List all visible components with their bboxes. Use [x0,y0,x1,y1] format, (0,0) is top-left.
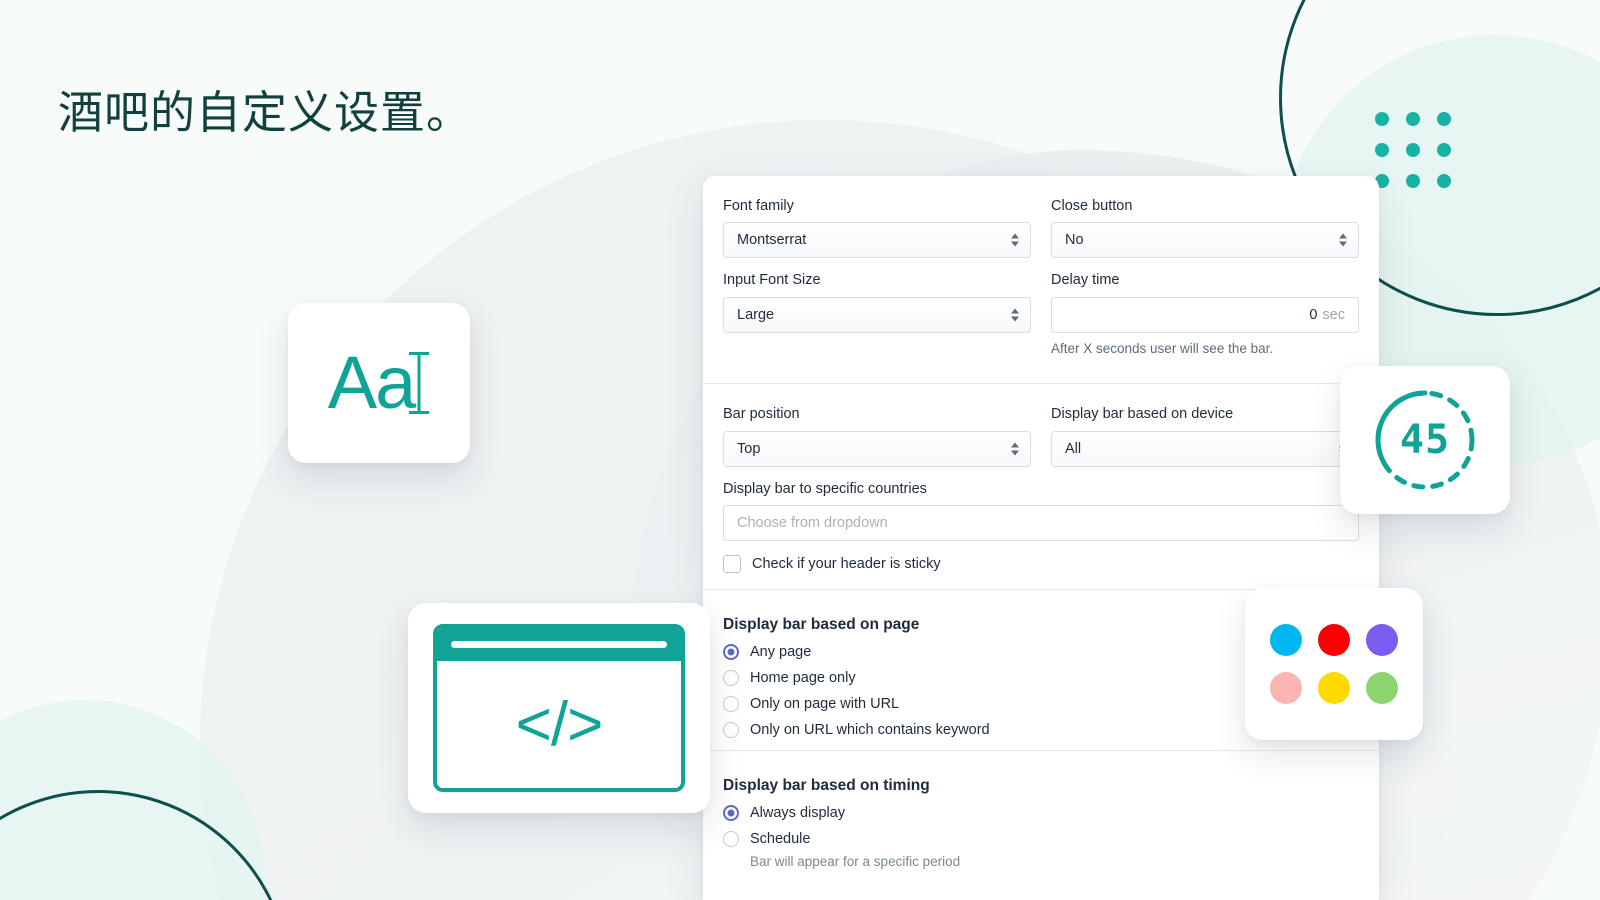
colors-card [1245,588,1423,740]
font-family-value: Montserrat [737,232,807,249]
display-device-label: Display bar based on device [1051,406,1234,423]
timing-rules-helper: Bar will appear for a specific period [750,854,961,870]
code-glyph-icon: </> [515,689,604,759]
radio-page-with-url[interactable] [723,696,739,713]
dot-grid-icon [1375,112,1451,188]
sticky-header-label: Check if your header is sticky [752,556,941,573]
color-swatch-red[interactable] [1318,624,1350,656]
browser-content: </> [437,661,681,788]
countries-placeholder: Choose from dropdown [737,515,888,532]
chevron-updown-icon [1011,308,1019,322]
color-palette-icon [1270,624,1398,704]
timer-value: 45 [1400,417,1450,463]
field-close-button: Close button No [1051,198,1359,259]
radio-schedule-label: Schedule [750,831,811,848]
bar-position-label: Bar position [723,406,800,423]
radio-always-display[interactable] [723,805,739,822]
font-size-icon-text: Aa [327,341,417,424]
countries-label: Display bar to specific countries [723,480,927,497]
color-swatch-cyan[interactable] [1270,624,1302,656]
color-swatch-green[interactable] [1366,672,1398,704]
radio-any-page-label: Any page [750,644,812,661]
radio-always-display-label: Always display [750,805,846,822]
color-swatch-pink[interactable] [1270,672,1302,704]
font-size-icon: Aa [328,346,431,420]
font-size-card: Aa [288,303,470,463]
radio-url-contains-keyword[interactable] [723,722,739,739]
section-targeting: Bar position Top Display bar based on de… [703,384,1379,577]
color-swatch-yellow[interactable] [1318,672,1350,704]
radio-url-contains-keyword-label: Only on URL which contains keyword [750,722,990,739]
delay-time-value: 0 [1309,306,1318,323]
settings-panel: Font family Montserrat Input Font Size L… [703,176,1379,900]
sticky-header-checkbox[interactable] [723,555,741,574]
radio-schedule[interactable] [723,831,739,848]
close-button-select[interactable]: No [1051,222,1359,259]
field-delay-time: Delay time 0 sec After X seconds user wi… [1051,272,1359,357]
field-bar-position: Bar position Top [723,406,1031,467]
delay-time-label: Delay time [1051,272,1120,289]
section-appearance: Font family Montserrat Input Font Size L… [703,176,1379,371]
delay-time-unit: sec [1322,306,1345,323]
bar-position-select[interactable]: Top [723,430,1031,467]
browser-titlebar [437,628,681,661]
font-family-select[interactable]: Montserrat [723,222,1031,259]
countries-input[interactable]: Choose from dropdown [723,505,1359,542]
display-device-value: All [1065,440,1082,457]
text-cursor-icon [408,346,430,420]
input-font-size-select[interactable]: Large [723,296,1031,333]
page-title: 酒吧的自定义设置。 [58,87,473,139]
sticky-header-checkbox-row[interactable]: Check if your header is sticky [723,555,1359,577]
chevron-updown-icon [1011,442,1019,456]
color-swatch-purple[interactable] [1366,624,1398,656]
radio-home-page-only[interactable] [723,670,739,687]
delay-time-input[interactable]: 0 sec [1051,296,1359,333]
radio-page-with-url-label: Only on page with URL [750,696,900,713]
input-font-size-value: Large [737,306,775,323]
code-card: </> [408,603,710,813]
close-button-value: No [1065,232,1084,249]
radio-option-schedule[interactable]: Schedule [723,831,1359,848]
timing-rules-title: Display bar based on timing [723,777,930,795]
bar-position-value: Top [737,440,761,457]
section-timing-rules: Display bar based on timing Always displ… [703,751,1379,869]
radio-any-page[interactable] [723,644,739,661]
input-font-size-label: Input Font Size [723,272,821,289]
close-button-label: Close button [1051,198,1133,214]
field-countries: Display bar to specific countries Choose… [723,480,1359,542]
chevron-updown-icon [1339,233,1347,247]
radio-option-always-display[interactable]: Always display [723,805,1359,822]
code-browser-icon: </> [433,624,685,792]
field-input-font-size: Input Font Size Large [723,272,1031,333]
delay-time-helper: After X seconds user will see the bar. [1051,340,1274,356]
chevron-updown-icon [1011,233,1019,247]
timer-card: 45 [1340,366,1510,514]
display-device-select[interactable]: All [1051,430,1359,467]
field-font-family: Font family Montserrat [723,198,1031,259]
countdown-timer-icon: 45 [1375,390,1475,490]
field-display-device: Display bar based on device All [1051,406,1359,467]
font-family-label: Font family [723,198,794,214]
radio-home-page-only-label: Home page only [750,670,856,687]
